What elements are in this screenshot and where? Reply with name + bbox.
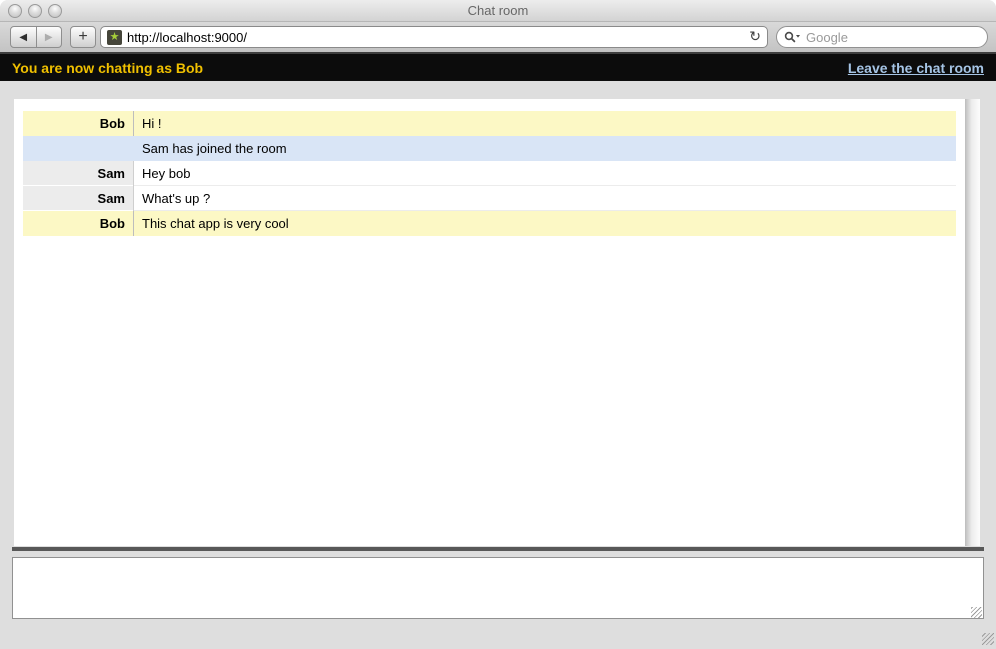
table-row: Bob Hi !: [23, 111, 956, 136]
add-bookmark-button[interactable]: +: [70, 26, 96, 48]
search-icon[interactable]: [784, 31, 801, 43]
back-button[interactable]: ◀: [10, 26, 37, 48]
favicon-star-icon: ★: [107, 30, 122, 45]
minimize-button[interactable]: [28, 4, 42, 18]
scrollbar-track[interactable]: [965, 99, 980, 546]
url-input[interactable]: [127, 30, 749, 45]
chat-message-cell: What's up ?: [133, 186, 956, 211]
search-input[interactable]: [806, 30, 982, 45]
table-row: Sam What's up ?: [23, 186, 956, 211]
chat-message-cell: Sam has joined the room: [133, 136, 956, 161]
table-row: Bob This chat app is very cool: [23, 211, 956, 236]
chat-message-cell: This chat app is very cool: [133, 211, 956, 236]
window-resize-handle[interactable]: [982, 633, 994, 645]
table-row: Sam Hey bob: [23, 161, 956, 186]
chat-message-cell: Hey bob: [133, 161, 956, 186]
search-field: [776, 26, 988, 48]
chat-status-bar: You are now chatting as Bob Leave the ch…: [0, 54, 996, 81]
message-input[interactable]: [12, 557, 984, 619]
title-bar: Chat room: [0, 0, 996, 22]
chat-user-cell: [23, 136, 133, 161]
chat-status-label: You are now chatting as Bob: [12, 60, 203, 76]
divider: [12, 547, 984, 551]
browser-window: Chat room ◀ ▶ + ★ ↻: [0, 0, 996, 649]
leave-chat-link[interactable]: Leave the chat room: [848, 60, 984, 76]
close-button[interactable]: [8, 4, 22, 18]
reload-icon[interactable]: ↻: [749, 27, 761, 47]
zoom-button[interactable]: [48, 4, 62, 18]
chat-user-cell: Bob: [23, 211, 133, 236]
nav-buttons: ◀ ▶: [10, 26, 62, 48]
chat-user-cell: Sam: [23, 161, 133, 186]
back-icon: ◀: [19, 32, 27, 43]
message-table: Bob Hi ! Sam has joined the room Sam Hey…: [23, 111, 956, 236]
page-content: Bob Hi ! Sam has joined the room Sam Hey…: [0, 81, 996, 647]
browser-toolbar: ◀ ▶ + ★ ↻: [0, 22, 996, 54]
forward-icon: ▶: [45, 32, 53, 43]
forward-button[interactable]: ▶: [37, 26, 63, 48]
textarea-resize-handle[interactable]: [971, 607, 982, 618]
table-row: Sam has joined the room: [23, 136, 956, 161]
chat-user-cell: Bob: [23, 111, 133, 136]
chat-log: Bob Hi ! Sam has joined the room Sam Hey…: [14, 99, 980, 546]
plus-icon: +: [78, 28, 87, 45]
window-title: Chat room: [0, 0, 996, 21]
chat-message-cell: Hi !: [133, 111, 956, 136]
chat-user-cell: Sam: [23, 186, 133, 211]
address-bar: ★ ↻: [100, 26, 768, 48]
